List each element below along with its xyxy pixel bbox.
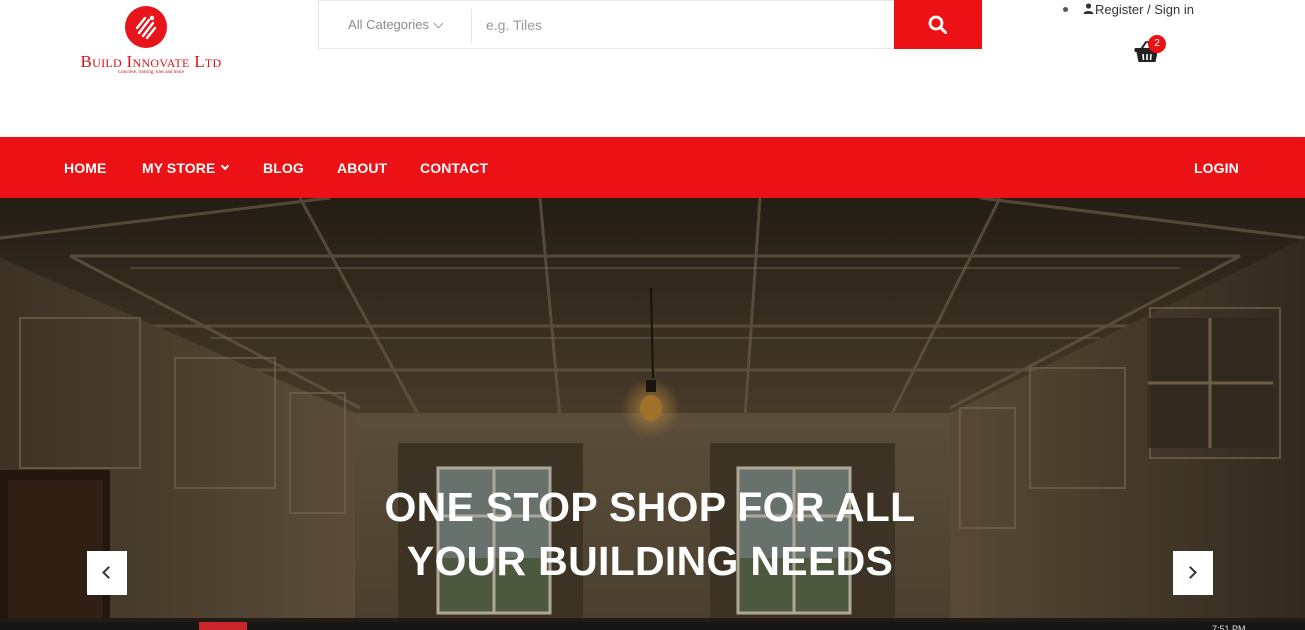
category-select-label: All Categories <box>348 17 429 32</box>
hero-title-line-1: ONE STOP SHOP FOR ALL <box>384 484 916 530</box>
search-input[interactable] <box>472 1 892 48</box>
nav-blog[interactable]: BLOG <box>263 137 304 198</box>
brand-name: Build Innovate Ltd <box>80 52 222 71</box>
search-button[interactable] <box>894 0 982 49</box>
taskbar-clock: 7:51 PM <box>1212 624 1246 630</box>
hero-title: ONE STOP SHOP FOR ALL YOUR BUILDING NEED… <box>300 480 1000 588</box>
search-icon <box>928 15 947 34</box>
site-header: Build Innovate Ltd Concrete, roofing, ti… <box>0 0 1305 137</box>
search-bar: All Categories <box>318 0 982 49</box>
nav-my-store-label: MY STORE <box>142 159 216 176</box>
site-logo[interactable]: Build Innovate Ltd Concrete, roofing, ti… <box>70 6 232 78</box>
slider-next-button[interactable] <box>1173 551 1213 595</box>
nav-login[interactable]: LOGIN <box>1194 137 1239 198</box>
nav-home[interactable]: HOME <box>64 137 106 198</box>
user-icon <box>1083 2 1094 17</box>
register-signin-link[interactable]: Register / Sign in <box>1095 2 1194 17</box>
chevron-down-icon <box>433 18 444 28</box>
hero-slider: ONE STOP SHOP FOR ALL YOUR BUILDING NEED… <box>0 198 1305 630</box>
taskbar-active-item[interactable] <box>199 622 247 630</box>
hero-title-line-2: YOUR BUILDING NEEDS <box>406 538 894 584</box>
account-links: Register / Sign in <box>1063 2 1194 17</box>
logo-mark-icon <box>125 6 167 48</box>
category-select[interactable]: All Categories <box>319 1 471 48</box>
nav-my-store[interactable]: MY STORE <box>142 137 230 198</box>
chevron-down-icon <box>221 161 230 170</box>
cart-count-badge: 2 <box>1148 35 1166 53</box>
slider-prev-button[interactable] <box>87 551 127 595</box>
cart-button[interactable]: 2 <box>1134 35 1170 68</box>
taskbar-strip <box>0 622 1305 630</box>
main-nav: HOME MY STORE BLOG ABOUT CONTACT LOGIN <box>0 137 1305 198</box>
nav-about[interactable]: ABOUT <box>337 137 387 198</box>
brand-tagline: Concrete, roofing, tiles and more <box>117 70 185 75</box>
chevron-left-icon <box>102 566 115 579</box>
bullet <box>1063 7 1068 12</box>
nav-contact[interactable]: CONTACT <box>420 137 488 198</box>
chevron-right-icon <box>1184 566 1197 579</box>
